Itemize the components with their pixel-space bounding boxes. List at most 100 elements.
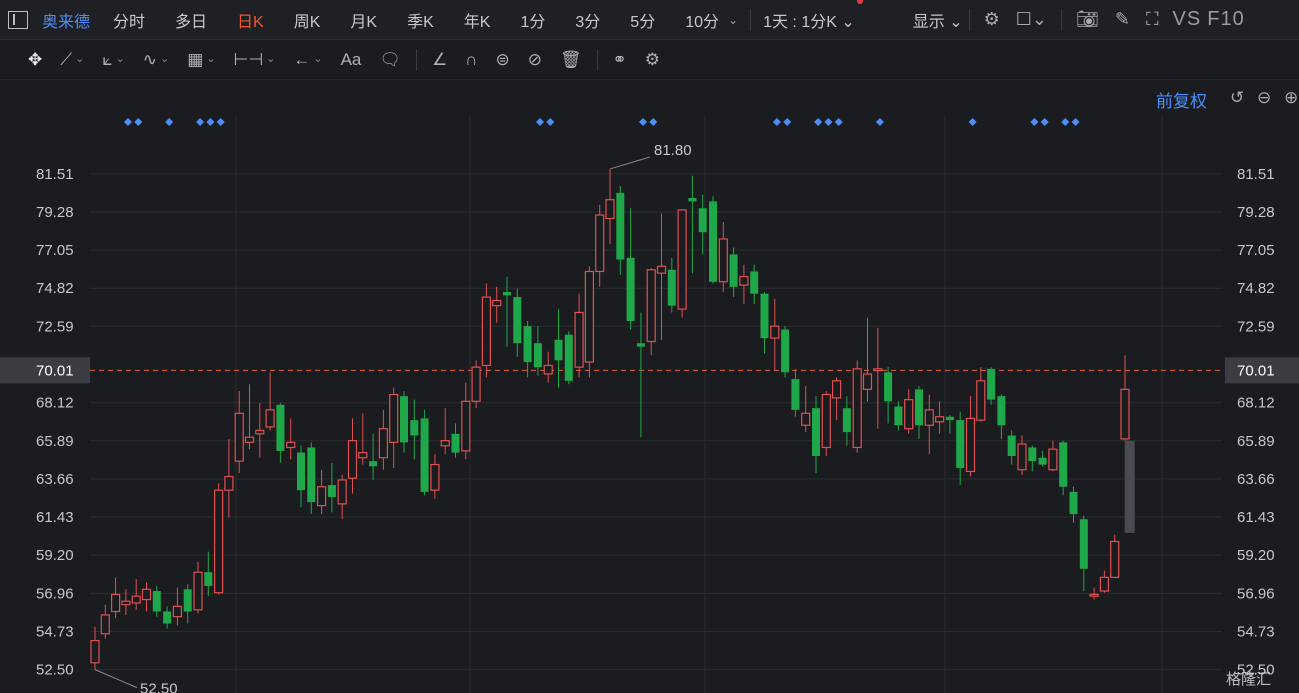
- candle[interactable]: [265, 372, 275, 431]
- event-marker-icon[interactable]: [1061, 118, 1070, 126]
- candle[interactable]: [987, 367, 996, 405]
- event-marker-icon[interactable]: [1030, 118, 1039, 126]
- candle[interactable]: [821, 391, 831, 457]
- candle[interactable]: [915, 385, 923, 439]
- candle[interactable]: [224, 438, 234, 518]
- candle[interactable]: [667, 257, 676, 313]
- candle[interactable]: [307, 442, 316, 515]
- candle[interactable]: [420, 409, 429, 496]
- event-marker-icon[interactable]: [124, 118, 132, 126]
- candle[interactable]: [677, 209, 687, 318]
- event-marker-icon[interactable]: [1071, 118, 1080, 126]
- candle[interactable]: [904, 389, 914, 434]
- event-marker-icon[interactable]: [1040, 118, 1049, 126]
- candle[interactable]: [152, 585, 161, 617]
- event-marker-icon[interactable]: [196, 118, 205, 126]
- event-marker-icon[interactable]: [536, 118, 544, 126]
- candle[interactable]: [750, 264, 759, 304]
- candle[interactable]: [163, 606, 172, 629]
- candle[interactable]: [297, 445, 305, 508]
- candle[interactable]: [492, 286, 502, 323]
- candle[interactable]: [255, 403, 265, 458]
- candle[interactable]: [410, 399, 419, 460]
- candle[interactable]: [513, 288, 522, 357]
- candle[interactable]: [110, 577, 121, 619]
- candle[interactable]: [1028, 445, 1037, 472]
- candle[interactable]: [781, 326, 790, 378]
- event-marker-icon[interactable]: [968, 118, 977, 126]
- candle[interactable]: [204, 551, 213, 597]
- candle[interactable]: [503, 276, 511, 347]
- candle[interactable]: [626, 208, 635, 330]
- candle[interactable]: [451, 423, 460, 458]
- candle[interactable]: [244, 384, 255, 450]
- candle[interactable]: [400, 391, 408, 453]
- candle[interactable]: [934, 401, 945, 434]
- candle[interactable]: [1099, 570, 1110, 593]
- candle[interactable]: [543, 351, 553, 383]
- candle[interactable]: [965, 396, 976, 477]
- candle[interactable]: [554, 309, 563, 388]
- candle[interactable]: [564, 331, 573, 385]
- candle[interactable]: [193, 561, 203, 614]
- candle[interactable]: [729, 247, 738, 298]
- candle[interactable]: [214, 483, 224, 595]
- candlestick-chart[interactable]: 52.50 52.50 54.73 54.73 56.96 56.96 59.20 59.20…: [0, 0, 1299, 693]
- candle[interactable]: [1079, 515, 1088, 592]
- candle[interactable]: [440, 408, 450, 455]
- candle[interactable]: [852, 360, 862, 453]
- candle[interactable]: [358, 413, 368, 465]
- event-marker-icon[interactable]: [546, 118, 555, 126]
- candle[interactable]: [770, 298, 780, 371]
- candle[interactable]: [924, 394, 934, 455]
- event-marker-icon[interactable]: [783, 118, 792, 126]
- candle[interactable]: [347, 418, 358, 494]
- candle[interactable]: [801, 385, 811, 433]
- candle[interactable]: [584, 266, 595, 378]
- candle[interactable]: [760, 291, 769, 354]
- candle[interactable]: [131, 579, 141, 610]
- event-marker-icon[interactable]: [772, 118, 781, 126]
- candle[interactable]: [791, 368, 800, 417]
- undo-icon[interactable]: ↺: [1230, 88, 1244, 108]
- event-marker-icon[interactable]: [824, 118, 833, 126]
- candle[interactable]: [389, 387, 399, 468]
- event-marker-icon[interactable]: [639, 118, 647, 126]
- candle[interactable]: [533, 326, 542, 376]
- candle[interactable]: [461, 382, 471, 460]
- candle[interactable]: [1017, 435, 1027, 475]
- zoom-out-icon[interactable]: ⊖: [1257, 88, 1271, 108]
- candle[interactable]: [605, 168, 615, 245]
- candle[interactable]: [976, 367, 986, 422]
- candle[interactable]: [884, 367, 893, 424]
- candle[interactable]: [100, 604, 110, 639]
- zoom-in-icon[interactable]: ⊕: [1284, 88, 1298, 108]
- candle[interactable]: [873, 327, 883, 429]
- candle[interactable]: [956, 411, 965, 486]
- candle[interactable]: [1120, 355, 1130, 441]
- candle[interactable]: [378, 409, 388, 470]
- candle[interactable]: [894, 401, 903, 431]
- event-marker-icon[interactable]: [875, 118, 884, 126]
- candle[interactable]: [90, 626, 100, 670]
- candle[interactable]: [1048, 440, 1058, 472]
- candle[interactable]: [812, 396, 820, 474]
- candle[interactable]: [1110, 534, 1120, 578]
- candle[interactable]: [574, 293, 584, 378]
- candle[interactable]: [1038, 450, 1047, 467]
- candle[interactable]: [636, 312, 645, 438]
- candle[interactable]: [286, 418, 296, 460]
- candle[interactable]: [718, 221, 728, 292]
- event-marker-icon[interactable]: [206, 118, 215, 126]
- candle[interactable]: [481, 283, 491, 378]
- candle[interactable]: [616, 186, 625, 275]
- candle[interactable]: [842, 396, 851, 446]
- event-marker-icon[interactable]: [649, 118, 658, 126]
- candle[interactable]: [471, 360, 481, 409]
- candle[interactable]: [276, 403, 285, 463]
- candle[interactable]: [327, 462, 336, 513]
- candle[interactable]: [141, 582, 152, 612]
- candle[interactable]: [862, 317, 873, 402]
- candle[interactable]: [183, 584, 192, 624]
- candle[interactable]: [1007, 430, 1016, 465]
